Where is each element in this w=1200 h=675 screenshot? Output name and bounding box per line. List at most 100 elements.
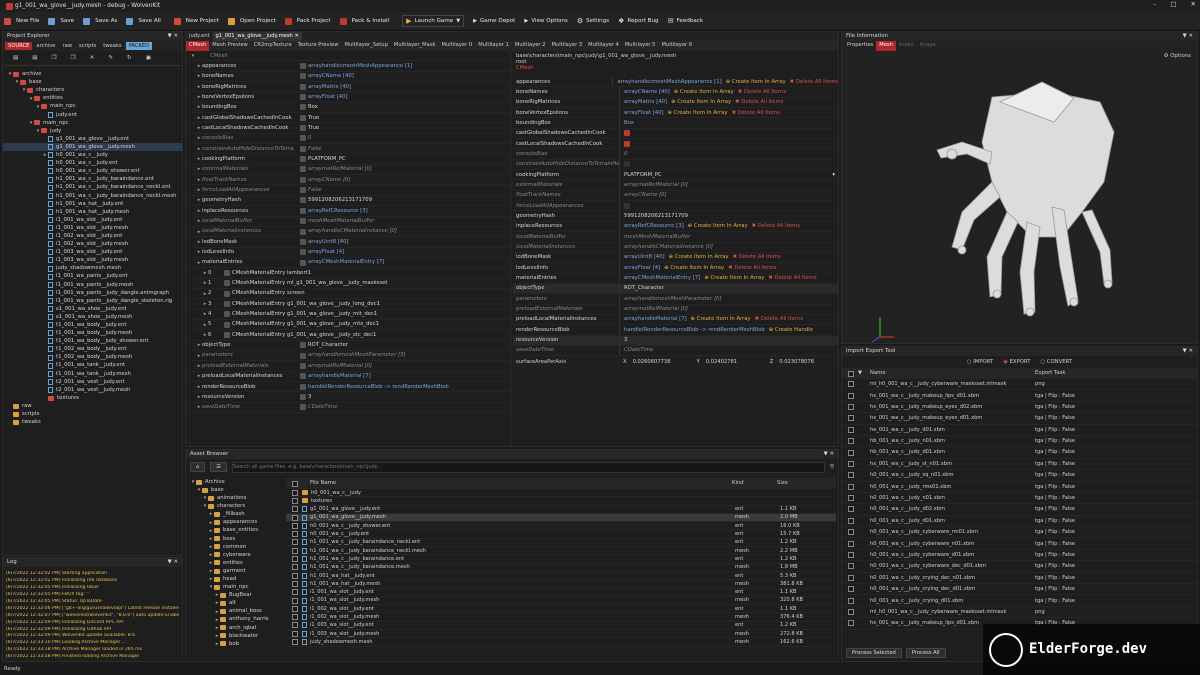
tree-file[interactable]: t1_001_wa_body__judy.ent — [3, 321, 182, 329]
file-row[interactable]: h1_001_wa_c__judy_baraindance_neckl.ent e… — [286, 539, 836, 548]
tree-file[interactable]: i1_002_wa_slot__judy.mesh — [3, 240, 182, 248]
row-checkbox[interactable] — [848, 460, 854, 467]
asset-search-input[interactable] — [231, 461, 825, 473]
row-checkbox[interactable] — [292, 597, 298, 604]
property-row[interactable]: ▸ materialEntries arrayCMeshMaterialEntry … — [186, 258, 510, 269]
tab-multilayer-4[interactable]: Multilayer 4 — [585, 41, 622, 51]
tab-image[interactable]: Image — [917, 41, 939, 51]
create-item-button[interactable]: ⊕ Create Item In Array — [726, 79, 786, 85]
tree-file[interactable]: t2_001_wa_vest__judy.mesh — [3, 386, 182, 394]
ie-row[interactable]: h0_001_wa_c__judy_sq_n01.xbm tga | Flip :… — [842, 470, 1197, 482]
ie-row[interactable]: h0_001_wa_c__judy_d02.xbm tga | Flip : Fa… — [842, 504, 1197, 516]
ie-row[interactable]: h0_001_wa_c__judy_d01.xbm tga | Flip : Fa… — [842, 516, 1197, 528]
asset-tree-folder[interactable]: ▸ anthony_harris — [188, 616, 282, 624]
rename-icon[interactable]: ✎ — [108, 55, 113, 62]
row-checkbox[interactable] — [848, 552, 854, 559]
options-button[interactable]: ⚙ Options — [1164, 53, 1191, 59]
tab-mesh-preview[interactable]: Mesh Preview — [209, 41, 251, 51]
tree-file[interactable]: t2_001_wa_vest__judy.ent — [3, 378, 182, 386]
detail-row[interactable]: consoleBias 0 — [513, 149, 838, 160]
detail-row[interactable]: saveDateTime CDateTime — [513, 345, 838, 357]
file-row[interactable]: h1_001_wa_c__judy_baraindance.ent ent 1.2 … — [286, 555, 836, 564]
detail-row[interactable]: materialEntries arrayCMeshMaterialEntry [… — [513, 273, 838, 284]
tree-file[interactable]: i1_003_wa_slot__judy.ent — [3, 248, 182, 256]
z-field[interactable]: 0.023078078 — [779, 359, 814, 365]
tab-packed[interactable]: PACKED — [125, 42, 153, 51]
row-checkbox[interactable] — [292, 506, 298, 513]
tab-texture-preview[interactable]: Texture Preview — [295, 41, 342, 51]
tree-folder[interactable]: ▾ main_npc — [3, 119, 182, 127]
property-row[interactable]: ▸ boundingBox Box — [186, 103, 510, 114]
row-checkbox[interactable] — [848, 472, 854, 479]
ie-row[interactable]: h0_001_wa_c__judy_crying_dec_n01.xbm tga … — [842, 573, 1197, 585]
tree-file[interactable]: h0_001_wa_c__judy_shower.ent — [3, 167, 182, 175]
row-checkbox[interactable] — [848, 620, 854, 627]
ie-row[interactable]: h0_001_wa_c__judy_cyberware_d01.xbm tga |… — [842, 550, 1197, 562]
create-item-button[interactable]: ⊕ Create Item In Array — [688, 223, 748, 229]
delete-icon[interactable]: ✕ — [90, 55, 95, 62]
tree-file[interactable]: h1_001_wa_c__judy_baraindance.ent — [3, 175, 182, 183]
tab-multilayer-setup[interactable]: Multilayer_Setup — [342, 41, 391, 51]
detail-row[interactable]: boneNames arrayCName [40] ⊕ Create Item In… — [513, 87, 838, 98]
property-row[interactable]: ▸ forceLoadAllAppearances False — [186, 185, 510, 196]
tab-multilayer-2[interactable]: Multilayer 2 — [512, 41, 549, 51]
tab-cr2mptexture[interactable]: CR2mpTexture — [251, 41, 295, 51]
detail-row[interactable]: localMaterialInstances arrayhandleCMateri… — [513, 242, 838, 253]
tree-file[interactable]: t1_001_wa_body__judy_shower.ent — [3, 337, 182, 345]
ie-row[interactable]: h0_001_wa_c__judy_cyberware_n01.xbm tga |… — [842, 538, 1197, 550]
asset-tree-folder[interactable]: ▸ _fillbash — [188, 510, 282, 518]
tree-file[interactable]: t1_001_wa_body__judy.mesh — [3, 329, 182, 337]
ie-row[interactable]: hb_001_wa_c__judy_n01.xbm tga | Flip : Fa… — [842, 436, 1197, 448]
close-icon[interactable]: ▼ ✕ — [1183, 348, 1193, 354]
property-row[interactable]: ▸ boneNames arrayCName [40] — [186, 72, 510, 83]
property-row[interactable]: ▸ resourceVersion 3 — [186, 392, 510, 403]
asset-tree-folder[interactable]: ▸ base_entities — [188, 527, 282, 535]
asset-tree-folder[interactable]: ▾ Archive — [188, 478, 282, 486]
select-all-checkbox[interactable] — [292, 480, 298, 487]
minimize-button[interactable]: – — [1153, 0, 1156, 9]
property-row[interactable]: ▸ saveDateTime CDateTime — [186, 403, 510, 414]
tree-file[interactable]: l1_001_wa_pants__judy_dangle_skeleton.ri… — [3, 297, 182, 305]
checkbox[interactable] — [624, 202, 630, 209]
row-checkbox[interactable] — [292, 539, 298, 546]
detail-row[interactable]: floatTrackNames arrayCName [0] — [513, 190, 838, 202]
filter-button[interactable]: ☰ — [210, 461, 227, 473]
property-row[interactable]: ▸ preloadExternalMaterials arraymatRefMate… — [186, 361, 510, 372]
ie-row[interactable]: h0_001_wa_c__judy_n01.xbm tga | Flip : Fa… — [842, 493, 1197, 505]
y-field[interactable]: 0.02402781 — [706, 359, 770, 365]
file-row[interactable]: i1_003_wa_slot__judy.mesh mesh 272.8 KB — [286, 630, 836, 639]
tree-file[interactable]: i1_001_wa_slot__judy.mesh — [3, 224, 182, 232]
row-checkbox[interactable] — [848, 506, 854, 513]
property-row[interactable]: ▸ 2 CMeshMaterialEntry screen — [186, 289, 510, 300]
process-all-button[interactable]: Process All — [905, 647, 946, 658]
row-checkbox[interactable] — [292, 605, 298, 612]
tree-file[interactable]: h1_001_wa_c__judy_baraindance_neckl.mesh — [3, 192, 182, 200]
row-checkbox[interactable] — [292, 531, 298, 538]
pack-install-button[interactable]: Pack & Install — [339, 17, 389, 25]
property-row[interactable]: ▸ appearances arrayhandlecmeshMeshAppearan… — [186, 61, 510, 72]
property-row[interactable]: ▸ lodLevelInfo arrayFloat [4] — [186, 248, 510, 258]
dropdown-chevron-icon[interactable]: ▾ — [832, 172, 835, 178]
ie-row[interactable]: ml_h0_001_wa_c__judy_cyberware_masksset.… — [842, 379, 1197, 391]
row-checkbox[interactable] — [292, 622, 298, 629]
detail-row[interactable]: localMaterialBuffer meshMeshMaterialBuffe… — [513, 232, 838, 243]
property-row[interactable]: ▸ castGlobalShadowsCachedInCook True — [186, 113, 510, 124]
tree-folder[interactable]: ▾ base — [3, 78, 182, 86]
row-checkbox[interactable] — [848, 517, 854, 524]
tab-judy-ent[interactable]: judy.ent — [186, 32, 213, 41]
tab-properties[interactable]: Properties — [844, 41, 876, 51]
asset-tree-folder[interactable]: ▸ arch_iqbal — [188, 624, 282, 632]
file-row[interactable]: i1_001_wa_slot__judy.ent ent 1.1 KB — [286, 589, 836, 597]
row-checkbox[interactable] — [848, 563, 854, 570]
property-row[interactable]: ▸ 1 CMeshMaterialEntry ml_g1_001_wa_glove_… — [186, 279, 510, 289]
tree-folder[interactable]: ▾ archive — [3, 70, 182, 78]
tree-file[interactable]: judy_shadowmesh.mesh — [3, 264, 182, 272]
row-checkbox[interactable] — [292, 497, 298, 504]
copy-icon[interactable]: ❐ — [52, 55, 57, 62]
tree-file[interactable]: t1_001_wa_tank__judy.ent — [3, 362, 182, 370]
property-row[interactable]: ▸ consoleBias 0 — [186, 134, 510, 145]
property-row[interactable]: ▸ geometryHash 5991208206213171709 — [186, 196, 510, 207]
row-checkbox[interactable] — [848, 381, 854, 388]
create-item-button[interactable]: ⊕ Create Item In Array — [704, 275, 764, 281]
tree-file[interactable]: l1_001_wa_pants__judy.mesh — [3, 281, 182, 289]
